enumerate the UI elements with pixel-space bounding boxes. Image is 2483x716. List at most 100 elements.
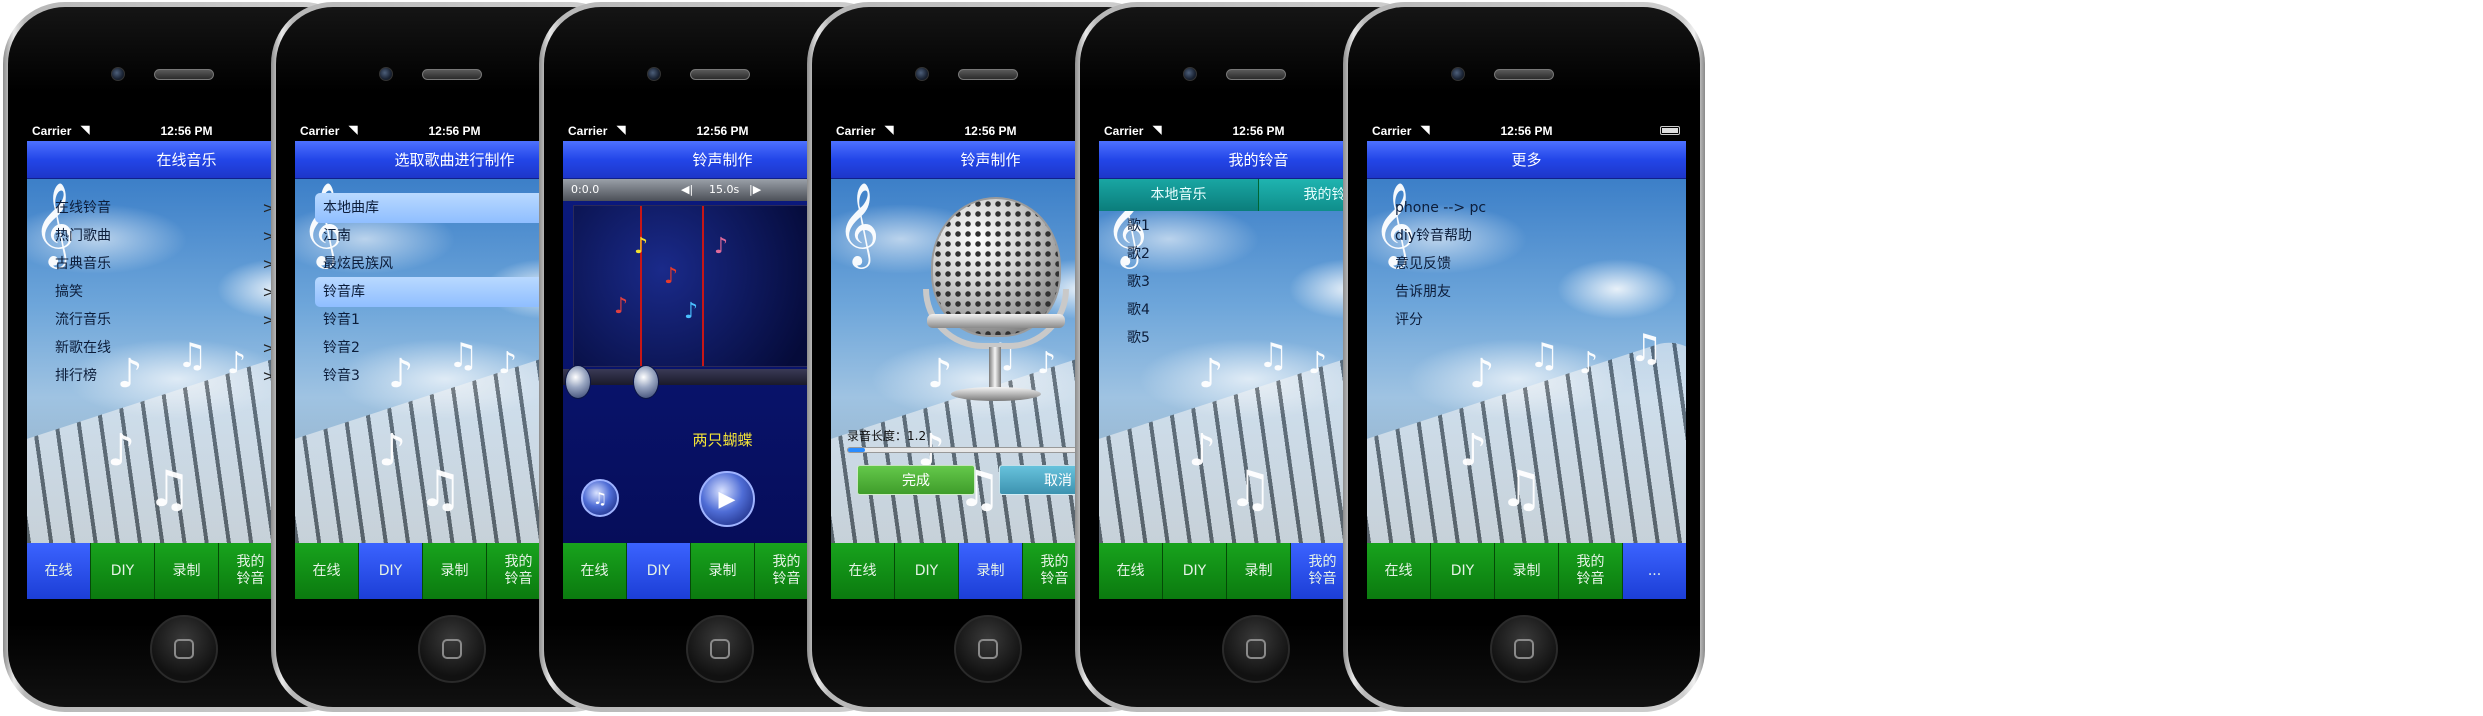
tab-diy[interactable]: DIY — [1163, 543, 1227, 599]
slider-handle[interactable] — [565, 365, 591, 399]
home-button[interactable] — [686, 615, 754, 683]
tab-record[interactable]: 录制 — [423, 543, 487, 599]
mic-stem — [989, 347, 1001, 389]
list-item-label: 江南 — [323, 228, 351, 244]
music-note-decoration-icon: ♫ — [1529, 336, 1560, 376]
camera-icon — [1451, 67, 1465, 81]
selection-marker — [702, 206, 704, 366]
home-button[interactable] — [418, 615, 486, 683]
music-note-decoration-icon: ♪ — [1188, 425, 1217, 476]
speaker-grille — [958, 69, 1018, 80]
camera-icon — [915, 67, 929, 81]
tab-diy[interactable]: DIY — [895, 543, 959, 599]
list-item[interactable]: phone --> pc — [1387, 193, 1655, 223]
music-note-icon: ♪ — [664, 264, 679, 289]
list-item-label: 古典音乐 — [55, 256, 111, 272]
music-note-decoration-icon: ♪ — [1579, 346, 1599, 381]
camera-icon — [1183, 67, 1197, 81]
tab-record[interactable]: 录制 — [155, 543, 219, 599]
segment-local-music[interactable]: 本地音乐 — [1099, 179, 1259, 211]
home-square-icon — [1514, 639, 1534, 659]
music-note-decoration-icon: ♪ — [1308, 346, 1328, 381]
tab-record[interactable]: 录制 — [1495, 543, 1559, 599]
list-item-label: 歌1 — [1127, 218, 1150, 234]
music-note-decoration-icon: ♫ — [418, 460, 463, 518]
speaker-grille — [1226, 69, 1286, 80]
list-item-label: 铃音库 — [323, 284, 365, 300]
mic-base — [951, 387, 1041, 401]
music-note-decoration-icon: ♫ — [1499, 460, 1544, 518]
tab-record[interactable]: 录制 — [959, 543, 1023, 599]
tab-online[interactable]: 在线 — [1099, 543, 1163, 599]
camera-icon — [379, 67, 393, 81]
home-square-icon — [1246, 639, 1266, 659]
list-item-label: 排行榜 — [55, 368, 97, 384]
tab-online[interactable]: 在线 — [563, 543, 627, 599]
home-button[interactable] — [150, 615, 218, 683]
music-note-decoration-icon: ♪ — [1469, 351, 1495, 397]
home-square-icon — [442, 639, 462, 659]
home-button[interactable] — [954, 615, 1022, 683]
tab-more[interactable]: ... — [1623, 543, 1686, 599]
tab-diy[interactable]: DIY — [627, 543, 691, 599]
list-item-label: 意见反馈 — [1395, 256, 1451, 272]
tab-online[interactable]: 在线 — [295, 543, 359, 599]
list-item-label: 流行音乐 — [55, 312, 111, 328]
done-button[interactable]: 完成 — [857, 465, 975, 495]
speaker-grille — [690, 69, 750, 80]
music-note-decoration-icon: ♪ — [378, 425, 407, 476]
home-button[interactable] — [1490, 615, 1558, 683]
music-note-icon: ♪ — [614, 294, 629, 319]
home-square-icon — [978, 639, 998, 659]
list-item-label: 铃音3 — [323, 368, 360, 384]
camera-icon — [647, 67, 661, 81]
mic-band — [927, 314, 1065, 328]
battery-icon — [1660, 126, 1680, 135]
list-item-label: 评分 — [1395, 312, 1423, 328]
music-button[interactable]: ♫ — [581, 479, 619, 517]
list-item-label: 歌4 — [1127, 302, 1150, 318]
tab-my-ringtones[interactable]: 我的 铃音 — [1559, 543, 1623, 599]
forward-icon[interactable]: |▶ — [749, 183, 761, 196]
screen: Carrier ◥ 12:56 PM 更多 𝄞 ♪ ♫ ♪ ♫ ♪ ♫ phone --> pc diy… — [1367, 120, 1686, 605]
tab-diy[interactable]: DIY — [91, 543, 155, 599]
camera-icon — [111, 67, 125, 81]
home-button[interactable] — [1222, 615, 1290, 683]
music-note-decoration-icon: ♪ — [1459, 425, 1488, 476]
list-item-label: 铃音1 — [323, 312, 360, 328]
list-item-label: 歌2 — [1127, 246, 1150, 262]
clock: 12:56 PM — [1500, 124, 1553, 138]
music-note-decoration-icon: ♪ — [1198, 351, 1224, 397]
tab-online[interactable]: 在线 — [831, 543, 895, 599]
slider-handle[interactable] — [633, 365, 659, 399]
list-item[interactable]: 意见反馈 — [1387, 249, 1655, 279]
music-note-icon: ♪ — [714, 234, 729, 259]
music-note-decoration-icon: ♫ — [1228, 460, 1273, 518]
play-button[interactable]: ▶ — [699, 471, 755, 527]
list-item-label: 最炫民族风 — [323, 256, 393, 272]
list-item-label: 新歌在线 — [55, 340, 111, 356]
tab-record[interactable]: 录制 — [691, 543, 755, 599]
tab-online[interactable]: 在线 — [1367, 543, 1431, 599]
list-item[interactable]: 评分 — [1387, 305, 1655, 335]
music-note-decoration-icon: ♪ — [1037, 346, 1057, 381]
phone-frame: Carrier ◥ 12:56 PM 更多 𝄞 ♪ ♫ ♪ ♫ ♪ ♫ phone --> pc diy… — [1343, 2, 1705, 712]
tab-diy[interactable]: DIY — [359, 543, 423, 599]
tab-diy[interactable]: DIY — [1431, 543, 1495, 599]
selection-marker — [640, 206, 642, 366]
music-note-decoration-icon: ♪ — [927, 351, 953, 397]
list-item[interactable]: diy铃音帮助 — [1387, 221, 1655, 251]
music-note-decoration-icon: ♪ — [107, 425, 136, 476]
music-note-icon: ♪ — [634, 234, 649, 259]
music-note-decoration-icon: ♫ — [147, 460, 192, 518]
speaker-grille — [154, 69, 214, 80]
list-item-label: 铃音2 — [323, 340, 360, 356]
nav-title: 更多 — [1367, 141, 1686, 179]
list-item[interactable]: 告诉朋友 — [1387, 277, 1655, 307]
tab-online[interactable]: 在线 — [27, 543, 91, 599]
tab-record[interactable]: 录制 — [1227, 543, 1291, 599]
music-note-icon: ♪ — [684, 299, 699, 324]
tab-bar: 在线DIY录制我的 铃音... — [1367, 543, 1686, 599]
rewind-icon[interactable]: ◀| — [681, 183, 693, 196]
home-square-icon — [174, 639, 194, 659]
